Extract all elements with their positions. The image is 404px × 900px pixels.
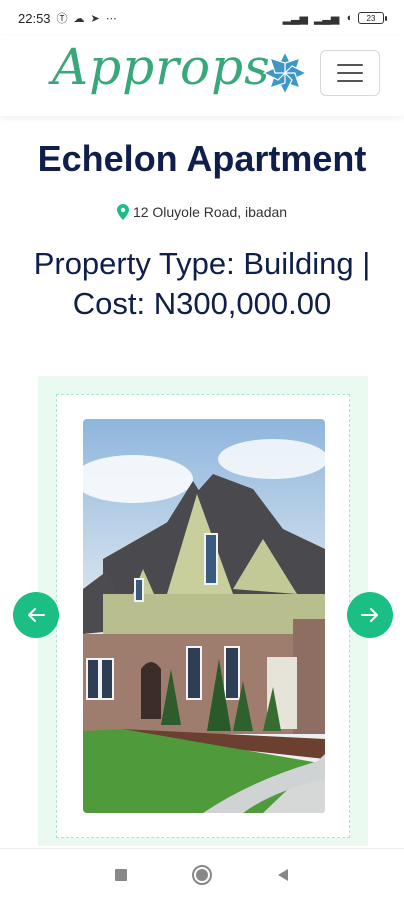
location-pin-icon — [116, 204, 129, 220]
home-button[interactable] — [191, 864, 213, 886]
wifi-icon: ◖ — [345, 12, 352, 24]
back-triangle-icon — [278, 868, 289, 881]
send-icon: ➤ — [90, 12, 100, 25]
battery-icon: 23 — [358, 12, 387, 24]
hamburger-menu-icon — [337, 64, 363, 66]
signal-2-icon: ▂▃▅ — [313, 12, 340, 25]
status-bar: 22:53 Ⓣ ☁ ➤ ⋯ ▂▃▅ ▂▃▅ ◖ 23 — [0, 0, 404, 36]
property-type-cost: Property Type: Building | Cost: N300,000… — [33, 246, 371, 321]
address-text: 12 Oluyole Road, ibadan — [132, 204, 288, 220]
back-button[interactable] — [272, 864, 294, 886]
status-right: ▂▃▅ ▂▃▅ ◖ 23 — [282, 12, 387, 25]
image-carousel — [38, 376, 368, 846]
logo-flower-icon — [262, 50, 308, 96]
hamburger-menu-icon-line — [337, 80, 363, 82]
system-nav-bar — [0, 848, 404, 900]
recents-square-icon — [114, 868, 127, 881]
more-notifications-icon: ⋯ — [105, 12, 117, 25]
status-time: 22:53 — [18, 10, 51, 26]
arrow-left-icon — [28, 608, 45, 622]
property-photo — [83, 419, 325, 813]
recents-button[interactable] — [110, 864, 132, 886]
logo-text[interactable]: Approps — [52, 38, 271, 96]
status-left: 22:53 Ⓣ ☁ ➤ ⋯ — [18, 10, 117, 26]
hamburger-menu-button[interactable] — [320, 50, 380, 96]
app-header: Approps — [0, 36, 404, 116]
cloud-icon: ☁ — [73, 12, 85, 25]
battery-level: 23 — [366, 13, 376, 23]
hamburger-menu-icon-line — [337, 72, 363, 74]
signal-icon: ▂▃▅ — [282, 12, 308, 25]
property-title: Echelon Apartment — [37, 138, 367, 179]
home-circle-icon — [191, 864, 212, 885]
carousel-frame — [56, 394, 350, 838]
property-address: 12 Oluyole Road, ibadan — [0, 204, 404, 220]
notification-icon: Ⓣ — [56, 13, 68, 25]
arrow-right-icon — [361, 608, 378, 622]
carousel-prev-button[interactable] — [13, 592, 59, 638]
carousel-next-button[interactable] — [347, 592, 393, 638]
